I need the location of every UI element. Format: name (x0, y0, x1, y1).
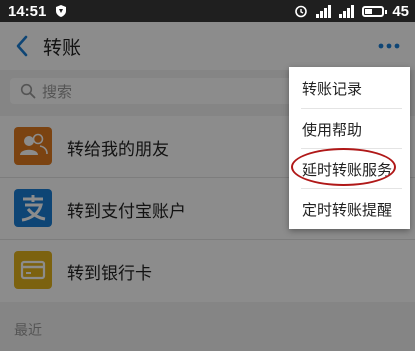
signal-icon-2 (339, 4, 355, 18)
menu-item-label: 定时转账提醒 (302, 200, 393, 219)
signal-icon (316, 4, 332, 18)
alarm-icon (295, 5, 308, 18)
battery-icon (362, 5, 388, 17)
menu-item-help[interactable]: 使用帮助 (289, 109, 410, 149)
highlight-annotation-circle (291, 148, 396, 186)
menu-item-scheduled-reminder[interactable]: 定时转账提醒 (289, 189, 410, 229)
shield-icon (56, 5, 67, 17)
menu-item-label: 使用帮助 (302, 120, 363, 139)
status-time: 14:51 (8, 2, 47, 20)
menu-item-label: 转账记录 (302, 79, 363, 98)
menu-item-transfer-records[interactable]: 转账记录 (289, 67, 410, 109)
battery-level: 45 (392, 2, 409, 20)
status-bar: 14:51 45 (0, 0, 415, 22)
